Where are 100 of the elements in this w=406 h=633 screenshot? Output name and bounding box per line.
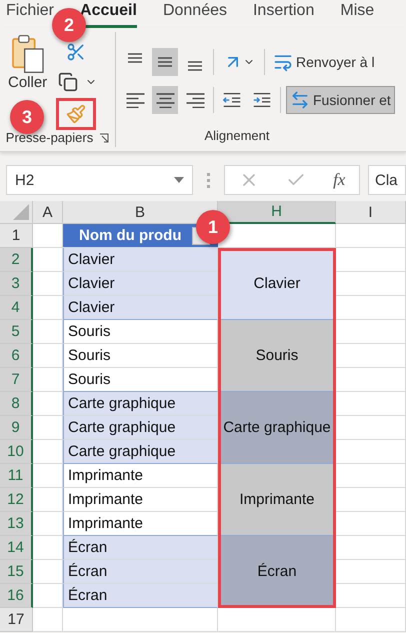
ribbon-tab[interactable]: Insertion	[252, 2, 314, 28]
table-cell	[33, 560, 63, 584]
format-painter-button[interactable]	[56, 98, 96, 130]
table-cell	[336, 272, 406, 296]
table-cell: Clavier	[63, 248, 218, 272]
row-header[interactable]: 4	[0, 296, 33, 320]
copy-icon	[58, 72, 78, 92]
table-cell	[336, 536, 406, 560]
column-title: Nom du produ	[79, 227, 182, 244]
table-cell: Carte graphique	[63, 416, 218, 440]
align-center-icon	[156, 92, 174, 108]
ribbon-tab[interactable]: Mise	[340, 2, 374, 28]
table-cell	[336, 560, 406, 584]
row-header[interactable]: 17	[0, 608, 33, 632]
ribbon-tab[interactable]: Fichier	[6, 2, 54, 28]
table-cell	[33, 512, 63, 536]
table-cell	[336, 224, 406, 248]
table-cell	[33, 464, 63, 488]
paste-button[interactable]: Coller	[6, 34, 50, 91]
row-header[interactable]: 12	[0, 488, 33, 512]
table-cell	[336, 584, 406, 608]
merge-icon	[290, 90, 310, 110]
dropdown-icon[interactable]	[174, 177, 184, 183]
table-cell: Imprimante	[63, 488, 218, 512]
align-button[interactable]	[152, 48, 178, 76]
table-cell	[33, 296, 63, 320]
table-cell	[33, 344, 63, 368]
table-cell	[336, 488, 406, 512]
grip-icon	[207, 172, 210, 188]
table-cell	[33, 416, 63, 440]
table-cell	[33, 392, 63, 416]
row-header[interactable]: 16	[0, 584, 33, 608]
merged-cell: Souris	[218, 320, 336, 392]
table-cell: Carte graphique	[63, 392, 218, 416]
table-cell	[336, 512, 406, 536]
row-header[interactable]: 5	[0, 320, 33, 344]
align-right-icon	[186, 92, 204, 108]
merged-cell: Écran	[218, 536, 336, 608]
table-cell	[336, 368, 406, 392]
clipboard-icon	[10, 34, 45, 74]
corner-triangle-icon	[13, 204, 29, 220]
row-header[interactable]: 9	[0, 416, 33, 440]
column-header[interactable]: H	[218, 201, 336, 224]
table-cell	[336, 344, 406, 368]
table-cell: Carte graphique	[63, 440, 218, 464]
table-cell: Clavier	[63, 272, 218, 296]
table-cell: Imprimante	[63, 464, 218, 488]
merged-cell: Carte graphique	[218, 392, 336, 464]
paintbrush-icon	[66, 104, 86, 124]
table-cell	[336, 248, 406, 272]
insert-function-button[interactable]: fx	[333, 170, 346, 190]
column-header[interactable]: I	[336, 201, 406, 224]
table-cell	[336, 320, 406, 344]
row-header[interactable]: 15	[0, 560, 33, 584]
align-button[interactable]	[152, 86, 178, 114]
formula-field[interactable]: Cla	[368, 165, 406, 195]
table-cell	[33, 584, 63, 608]
row-header[interactable]: 6	[0, 344, 33, 368]
table-cell	[336, 416, 406, 440]
row-header[interactable]: 2	[0, 248, 33, 272]
scissors-icon	[66, 42, 86, 62]
align-left-icon	[126, 92, 144, 108]
ribbon-tab[interactable]: Données	[162, 2, 227, 28]
step-callout: 3	[10, 100, 44, 134]
table-cell: Écran	[63, 560, 218, 584]
table-cell: Souris	[63, 320, 218, 344]
column-header[interactable]: A	[33, 201, 63, 224]
row-header[interactable]: 3	[0, 272, 33, 296]
merged-cell: Imprimante	[218, 464, 336, 536]
table-cell	[336, 608, 406, 632]
table-cell: Écran	[63, 584, 218, 608]
merged-cell: Clavier	[218, 248, 336, 320]
row-header[interactable]: 1	[0, 224, 33, 248]
table-cell	[33, 536, 63, 560]
table-cell: Clavier	[63, 296, 218, 320]
row-header[interactable]: 14	[0, 536, 33, 560]
dialog-launcher-icon[interactable]	[99, 132, 110, 142]
table-cell	[33, 488, 63, 512]
row-header[interactable]: 7	[0, 368, 33, 392]
table-cell	[336, 296, 406, 320]
table-cell	[33, 440, 63, 464]
top-align-icon	[127, 53, 143, 63]
middle-align-icon	[157, 57, 173, 67]
wrap-text-button[interactable]: Renvoyer à l	[270, 49, 378, 75]
merge-button[interactable]: Fusionner et	[286, 86, 395, 114]
table-cell	[33, 320, 63, 344]
table-cell	[33, 272, 63, 296]
table-cell: Écran	[63, 536, 218, 560]
name-box[interactable]: H2	[6, 165, 193, 195]
group-title: Alignement	[204, 128, 270, 143]
table-cell	[33, 368, 63, 392]
table-cell	[33, 248, 63, 272]
row-header[interactable]: 11	[0, 464, 33, 488]
table-cell: Imprimante	[63, 512, 218, 536]
row-header[interactable]: 10	[0, 440, 33, 464]
row-header[interactable]: 13	[0, 512, 33, 536]
table-cell	[336, 440, 406, 464]
table-cell	[33, 608, 63, 632]
row-header[interactable]: 8	[0, 392, 33, 416]
table-cell: Souris	[63, 344, 218, 368]
